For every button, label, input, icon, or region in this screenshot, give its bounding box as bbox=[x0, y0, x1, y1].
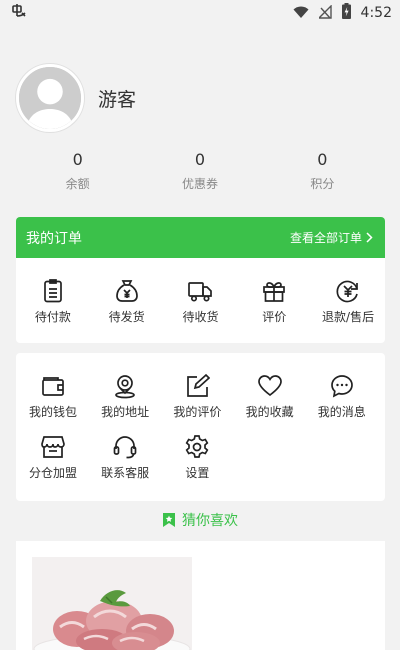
grid-label: 待收货 bbox=[182, 310, 219, 324]
franchise-join[interactable]: 分仓加盟 bbox=[20, 434, 86, 481]
stat-balance[interactable]: 0 余额 bbox=[11, 150, 144, 192]
grid-label: 我的消息 bbox=[317, 405, 366, 419]
grid-label: 退款/售后 bbox=[322, 310, 375, 324]
store-icon bbox=[41, 436, 65, 458]
product-image[interactable] bbox=[32, 557, 192, 650]
stat-value: 0 bbox=[72, 150, 83, 169]
grid-label: 我的收藏 bbox=[245, 405, 294, 419]
money-bag-icon bbox=[115, 280, 138, 302]
my-reviews[interactable]: 我的评价 bbox=[164, 373, 230, 420]
bookmark-star-icon bbox=[163, 513, 175, 527]
grid-label: 待发货 bbox=[108, 310, 145, 324]
my-favorites[interactable]: 我的收藏 bbox=[237, 373, 303, 420]
order-pending-shipment[interactable]: 待发货 bbox=[94, 278, 160, 325]
grid-label: 评价 bbox=[262, 310, 287, 324]
avatar[interactable] bbox=[16, 64, 84, 132]
order-pending-receipt[interactable]: 待收货 bbox=[167, 278, 233, 325]
grid-label: 我的钱包 bbox=[28, 405, 77, 419]
status-bar: 4:52 bbox=[0, 0, 400, 26]
stat-label: 积分 bbox=[310, 177, 335, 191]
stat-label: 优惠券 bbox=[181, 177, 218, 191]
location-icon bbox=[115, 375, 136, 399]
gift-icon bbox=[263, 282, 286, 302]
account-stats: 0 余额 0 优惠券 0 积分 bbox=[0, 150, 400, 192]
grid-label: 我的地址 bbox=[101, 405, 150, 419]
message-icon bbox=[330, 375, 353, 398]
order-refund[interactable]: 退款/售后 bbox=[315, 278, 381, 325]
order-pending-payment[interactable]: 待付款 bbox=[20, 278, 86, 325]
contact-support[interactable]: 联系客服 bbox=[92, 434, 158, 481]
edit-icon bbox=[187, 373, 211, 397]
product-card[interactable] bbox=[16, 541, 385, 650]
bug-icon bbox=[10, 3, 28, 23]
grid-label: 设置 bbox=[185, 466, 210, 480]
order-status-row: 待付款 待发货 待收货 评价 退款/售后 bbox=[16, 258, 385, 325]
wallet-icon bbox=[42, 377, 64, 396]
orders-header: 我的订单 查看全部订单 bbox=[16, 217, 385, 258]
settings-icon bbox=[186, 435, 209, 458]
grid-label: 分仓加盟 bbox=[28, 466, 77, 480]
orders-title: 我的订单 bbox=[26, 230, 82, 247]
clipboard-icon bbox=[44, 279, 62, 303]
stat-points[interactable]: 0 积分 bbox=[256, 150, 389, 192]
stat-label: 余额 bbox=[65, 177, 90, 191]
status-time: 4:52 bbox=[360, 5, 392, 21]
default-avatar-icon bbox=[19, 67, 81, 129]
stat-value: 0 bbox=[194, 150, 206, 169]
profile-section[interactable]: 游客 bbox=[16, 64, 136, 132]
grid-label: 联系客服 bbox=[101, 466, 150, 480]
my-messages[interactable]: 我的消息 bbox=[309, 373, 375, 420]
username: 游客 bbox=[98, 88, 137, 111]
recommend-title: 猜你喜欢 bbox=[182, 513, 238, 529]
headset-icon bbox=[113, 436, 137, 459]
order-review[interactable]: 评价 bbox=[241, 278, 307, 325]
view-all-orders-label: 查看全部订单 bbox=[289, 231, 362, 245]
stat-value: 0 bbox=[317, 150, 328, 169]
wifi-icon bbox=[293, 4, 309, 23]
stat-coupons[interactable]: 0 优惠券 bbox=[133, 150, 266, 192]
my-wallet[interactable]: 我的钱包 bbox=[20, 373, 86, 420]
grid-label: 待付款 bbox=[34, 310, 71, 324]
heart-icon bbox=[257, 375, 282, 397]
view-all-orders-link[interactable]: 查看全部订单 bbox=[290, 229, 373, 246]
no-signal-icon bbox=[316, 3, 332, 23]
services-card: 我的钱包 我的地址 我的评价 我的收藏 我的消息 分仓加盟 联系客服 设置 bbox=[16, 353, 385, 501]
my-address[interactable]: 我的地址 bbox=[92, 373, 158, 420]
orders-card: 我的订单 查看全部订单 待付款 待发货 待收货 评价 退款/售后 bbox=[16, 217, 385, 343]
settings[interactable]: 设置 bbox=[164, 434, 230, 481]
meat-rolls-image bbox=[32, 557, 192, 650]
chevron-right-icon bbox=[366, 232, 373, 243]
services-grid: 我的钱包 我的地址 我的评价 我的收藏 我的消息 分仓加盟 联系客服 设置 bbox=[16, 353, 385, 481]
battery-charging-icon bbox=[341, 3, 351, 23]
grid-label: 我的评价 bbox=[173, 405, 222, 419]
refund-icon bbox=[336, 280, 358, 303]
recommend-header: 猜你喜欢 bbox=[0, 510, 400, 530]
truck-icon bbox=[188, 282, 213, 302]
